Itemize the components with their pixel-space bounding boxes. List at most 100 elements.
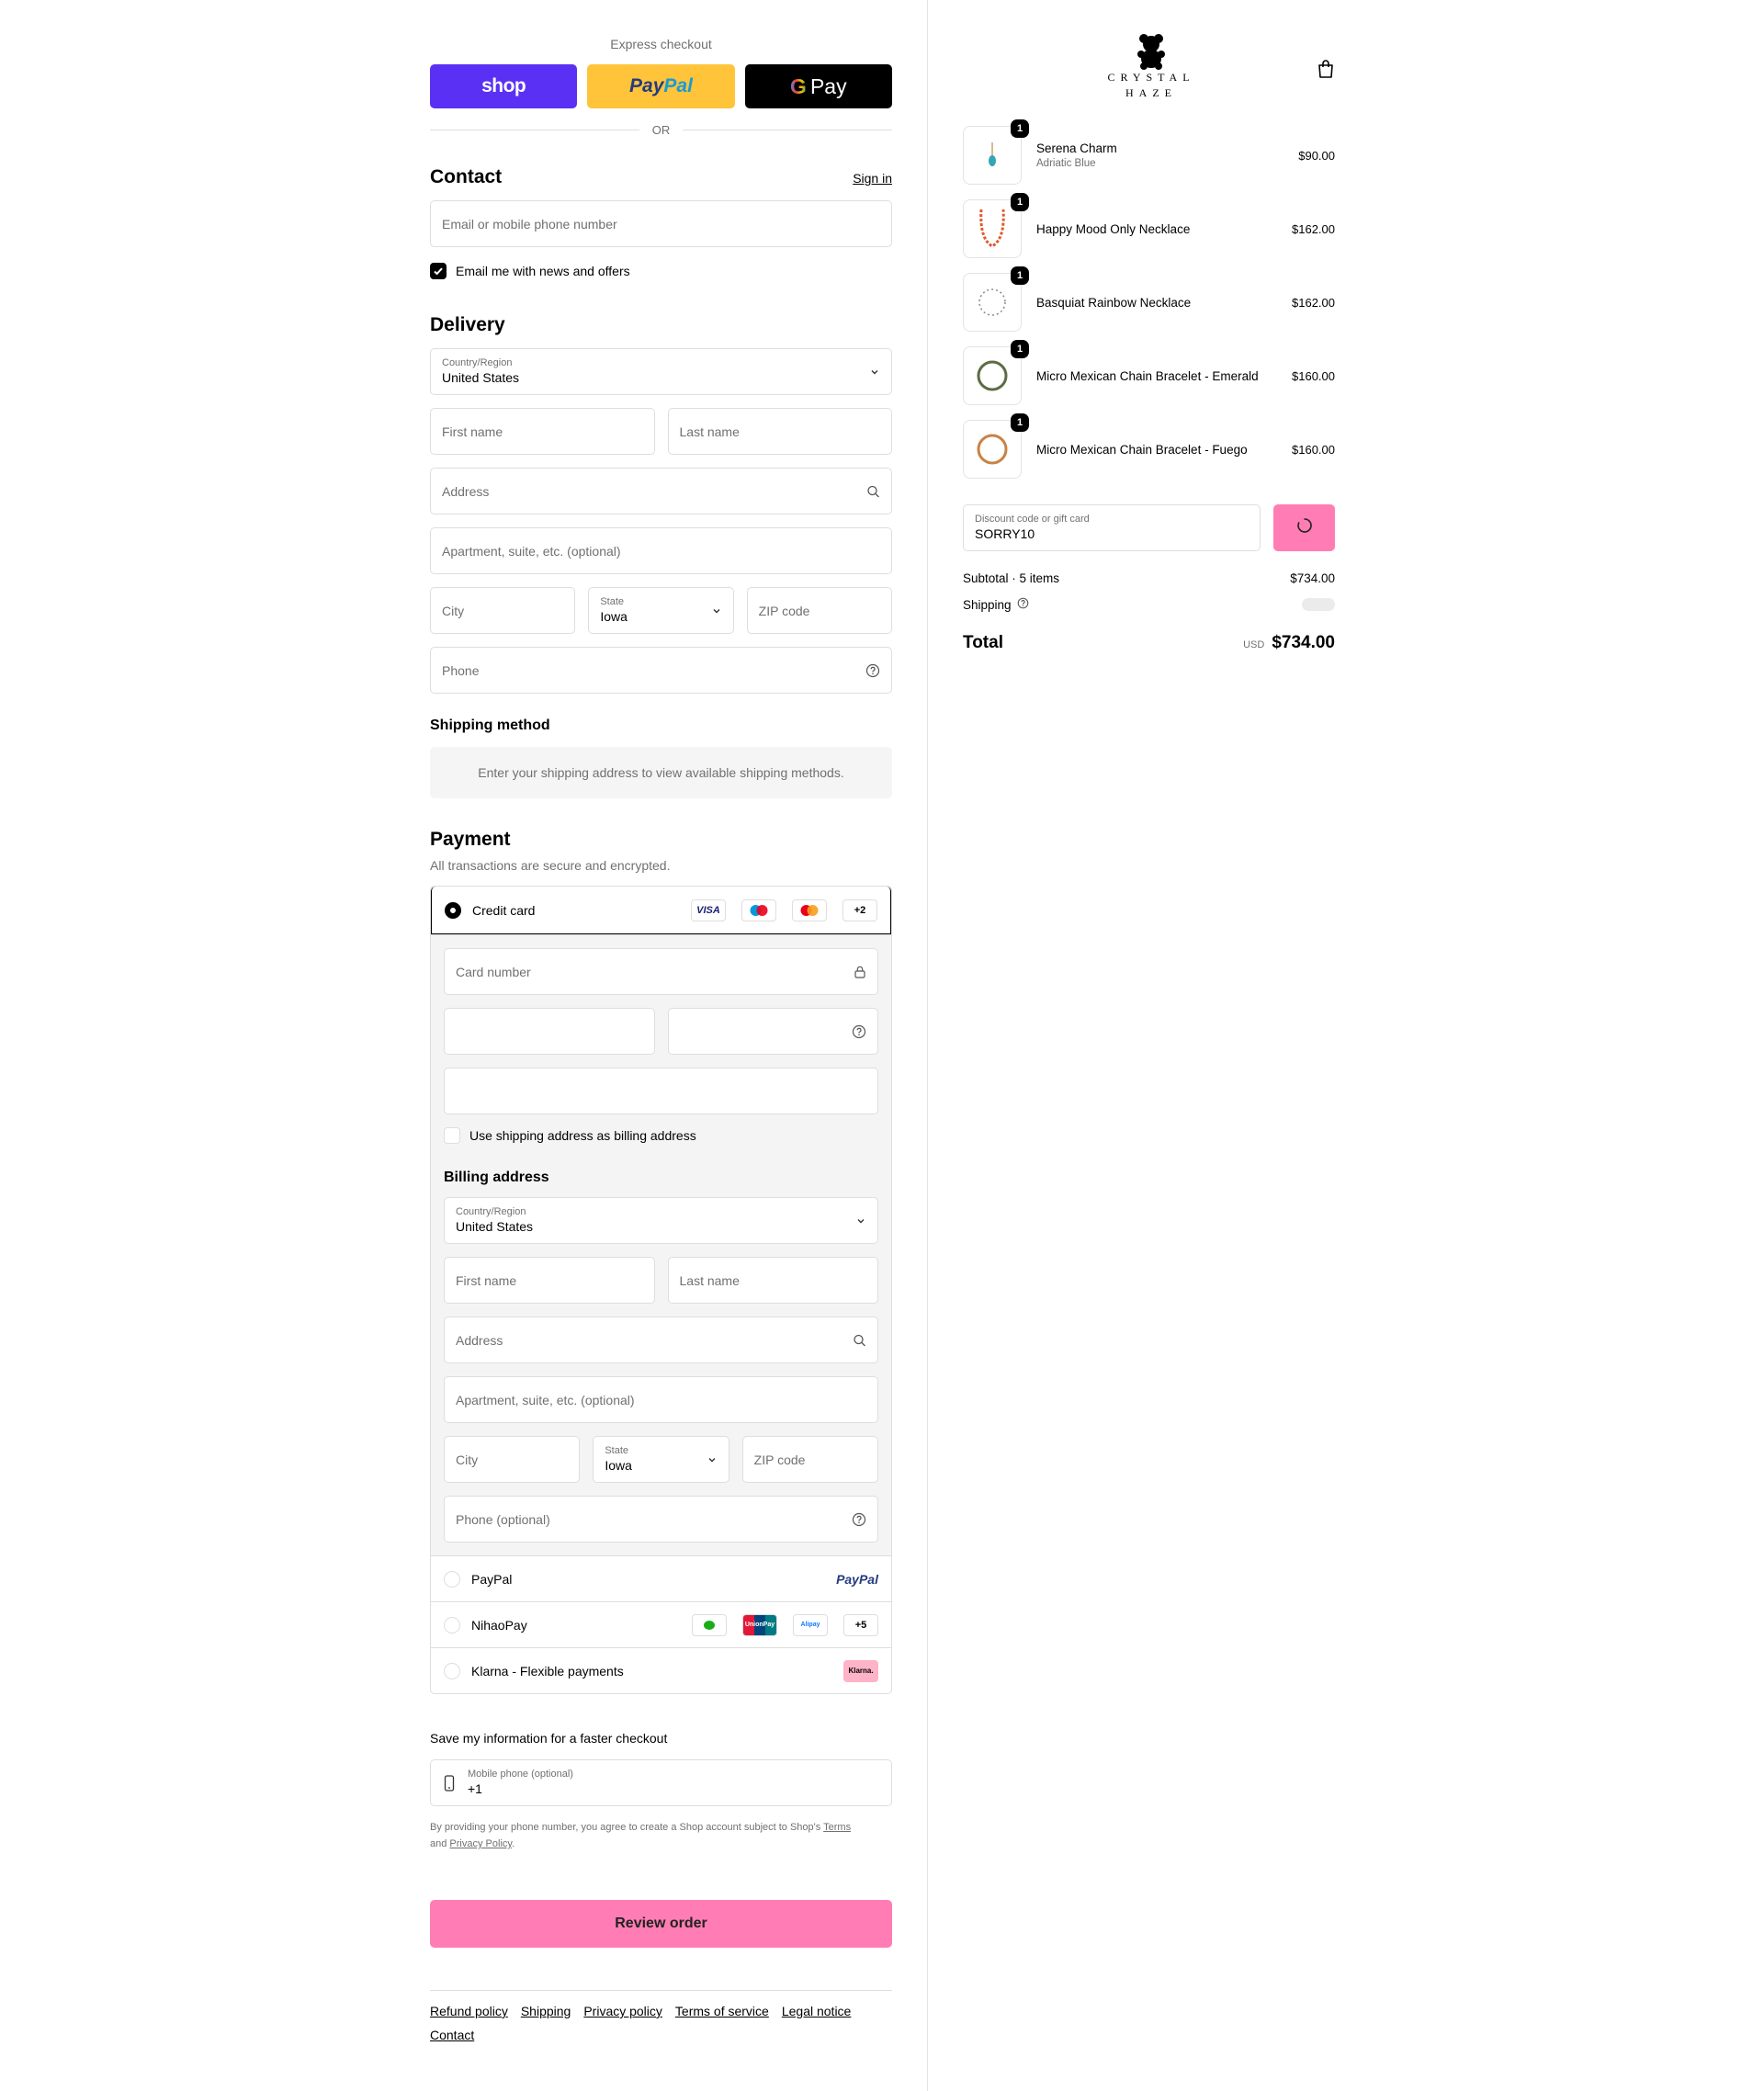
apply-discount-button[interactable] <box>1273 504 1335 551</box>
shopping-bag-icon[interactable] <box>1317 59 1335 84</box>
help-icon[interactable] <box>865 663 880 678</box>
country-select[interactable]: Country/Region United States <box>430 348 892 395</box>
product-thumbnail: 1 <box>963 266 1029 332</box>
billing-country-select[interactable]: Country/Region United States <box>444 1197 878 1244</box>
payment-option-klarna[interactable]: Klarna - Flexible payments Klarna. <box>431 1647 891 1693</box>
shipping-link[interactable]: Shipping <box>521 2004 571 2018</box>
mobile-phone-icon <box>444 1775 455 1794</box>
credit-card-label: Credit card <box>472 902 536 918</box>
card-number-field[interactable]: Card number <box>444 948 878 995</box>
help-icon[interactable] <box>852 1024 866 1039</box>
billing-city-field[interactable]: City <box>444 1436 581 1483</box>
city-field[interactable]: City <box>430 587 576 634</box>
mobile-phone-field[interactable]: Mobile phone (optional) +1 <box>430 1759 892 1806</box>
refund-policy-link[interactable]: Refund policy <box>430 2004 508 2018</box>
help-icon[interactable] <box>1017 597 1029 612</box>
billing-address-heading: Billing address <box>444 1170 549 1185</box>
credit-card-radio[interactable] <box>445 901 461 919</box>
review-order-button[interactable]: Review order <box>430 1900 892 1948</box>
payment-option-credit-card[interactable]: Credit card VISA +2 <box>431 887 891 934</box>
zip-field[interactable]: ZIP code <box>746 587 892 634</box>
nihaopay-radio[interactable] <box>444 1616 460 1633</box>
maestro-icon <box>741 899 776 921</box>
klarna-radio[interactable] <box>444 1662 460 1679</box>
security-code-field[interactable] <box>667 1008 878 1055</box>
last-name-field[interactable]: Last name <box>667 408 892 455</box>
total-value: $734.00 <box>1272 633 1335 652</box>
shop-pay-button[interactable]: shop <box>430 64 578 108</box>
help-icon[interactable] <box>852 1512 866 1527</box>
email-field[interactable]: Email or mobile phone number <box>430 200 892 247</box>
billing-zip-field[interactable]: ZIP code <box>741 1436 878 1483</box>
payment-heading: Payment <box>430 829 511 850</box>
loading-spinner-icon <box>1295 516 1314 539</box>
cart-item: 1 Serena Charm Adriatic Blue $90.00 <box>963 119 1335 185</box>
name-on-card-field[interactable] <box>444 1068 878 1114</box>
use-shipping-label: Use shipping address as billing address <box>469 1128 696 1143</box>
contact-link[interactable]: Contact <box>430 2028 892 2042</box>
legal-notice-link[interactable]: Legal notice <box>782 2004 852 2018</box>
paypal-label: PayPal <box>471 1571 513 1587</box>
credit-card-panel: Card number Use shipping address as bill… <box>431 934 891 1555</box>
phone-field[interactable]: Phone <box>430 647 892 694</box>
payment-option-paypal[interactable]: PayPal PayPal <box>431 1555 891 1601</box>
billing-first-name-field[interactable]: First name <box>444 1257 655 1304</box>
billing-address-field[interactable]: Address <box>444 1317 878 1363</box>
klarna-label: Klarna - Flexible payments <box>471 1663 624 1678</box>
first-name-field[interactable]: First name <box>430 408 655 455</box>
unionpay-icon: UnionPay <box>742 1613 777 1636</box>
privacy-policy-link[interactable]: Privacy Policy <box>449 1838 512 1849</box>
total-row: Total USD $734.00 <box>963 633 1335 653</box>
product-thumbnail: 1 <box>963 340 1029 405</box>
shop-legal-text: By providing your phone number, you agre… <box>430 1822 852 1849</box>
alipay-icon: Alipay <box>793 1613 828 1636</box>
chevron-down-icon <box>707 1454 718 1465</box>
payment-option-nihaopay[interactable]: NihaoPay UnionPay Alipay +5 <box>431 1601 891 1647</box>
billing-state-select[interactable]: State Iowa <box>593 1436 729 1483</box>
mastercard-icon <box>792 899 827 921</box>
footer-links: Refund policy Shipping Privacy policy Te… <box>430 1990 892 2042</box>
cart-item: 1 Micro Mexican Chain Bracelet - Emerald… <box>963 340 1335 405</box>
express-checkout-buttons: shop Pay Pal G Pay <box>430 64 892 108</box>
klarna-logo: Klarna. <box>843 1659 878 1682</box>
google-pay-button[interactable]: G Pay <box>744 64 892 108</box>
news-checkbox-row[interactable]: Email me with news and offers <box>430 263 892 279</box>
apartment-field[interactable]: Apartment, suite, etc. (optional) <box>430 527 892 574</box>
subtotal-value: $734.00 <box>1290 571 1335 585</box>
use-shipping-checkbox[interactable] <box>444 1127 460 1144</box>
billing-last-name-field[interactable]: Last name <box>667 1257 878 1304</box>
column-divider <box>927 0 928 2091</box>
shipping-method-heading: Shipping method <box>430 718 550 733</box>
use-shipping-row[interactable]: Use shipping address as billing address <box>444 1127 878 1144</box>
cart-item: 1 Micro Mexican Chain Bracelet - Fuego $… <box>963 413 1335 479</box>
visa-icon: VISA <box>691 899 726 921</box>
payment-subtitle: All transactions are secure and encrypte… <box>430 858 671 873</box>
search-icon <box>853 1333 866 1347</box>
paypal-radio[interactable] <box>444 1570 460 1588</box>
address-field[interactable]: Address <box>430 468 892 514</box>
wechat-pay-icon <box>692 1613 727 1636</box>
news-checkbox-label: Email me with news and offers <box>456 264 630 278</box>
bear-logo-icon <box>1136 33 1167 70</box>
state-select[interactable]: State Iowa <box>588 587 734 634</box>
billing-apartment-field[interactable]: Apartment, suite, etc. (optional) <box>444 1376 878 1423</box>
news-checkbox[interactable] <box>430 263 447 279</box>
discount-row: Discount code or gift card SORRY10 <box>963 504 1335 551</box>
brand-logo[interactable]: CRYSTAL HAZE <box>1101 33 1202 101</box>
cart-item: 1 Happy Mood Only Necklace $162.00 <box>963 193 1335 258</box>
product-thumbnail: 1 <box>963 193 1029 258</box>
chevron-down-icon <box>855 1215 866 1226</box>
shop-pay-logo: shop <box>481 75 526 96</box>
expiration-date-field[interactable] <box>444 1008 655 1055</box>
chevron-down-icon <box>869 367 880 378</box>
chevron-down-icon <box>711 605 722 616</box>
terms-of-service-link[interactable]: Terms of service <box>675 2004 769 2018</box>
discount-code-field[interactable]: Discount code or gift card SORRY10 <box>963 504 1261 551</box>
billing-phone-field[interactable]: Phone (optional) <box>444 1496 878 1543</box>
shipping-method-info: Enter your shipping address to view avai… <box>430 747 892 798</box>
paypal-express-button[interactable]: Pay Pal <box>587 64 735 108</box>
terms-link[interactable]: Terms <box>823 1822 851 1833</box>
sign-in-link[interactable]: Sign in <box>853 171 892 186</box>
express-checkout-title: Express checkout <box>610 37 712 51</box>
privacy-policy-footer-link[interactable]: Privacy policy <box>583 2004 662 2018</box>
